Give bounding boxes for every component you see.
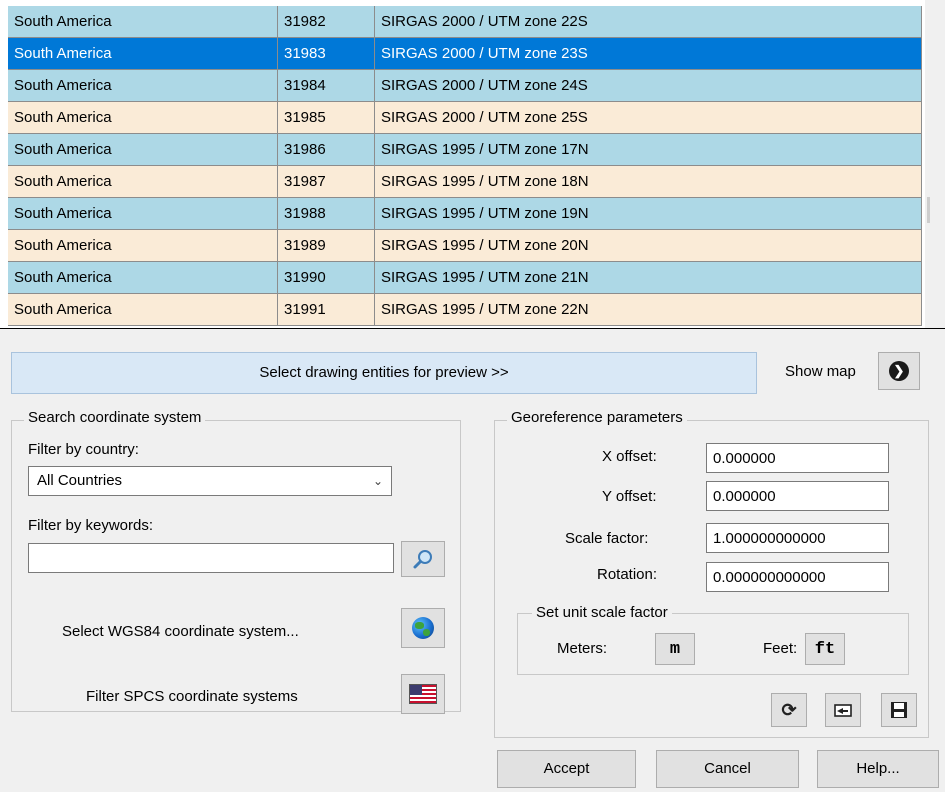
scale-factor-field[interactable]	[706, 523, 889, 553]
floppy-disk-icon	[891, 702, 907, 718]
feet-label: Feet:	[763, 640, 798, 657]
unit-scale-legend: Set unit scale factor	[532, 604, 672, 622]
country-dropdown-value: All Countries	[37, 472, 123, 489]
table-row[interactable]: South America 31987 SIRGAS 1995 / UTM zone…	[8, 166, 922, 198]
scale-factor-label: Scale factor:	[565, 530, 649, 547]
table-row[interactable]: South America 31982 SIRGAS 2000 / UTM zone…	[8, 6, 922, 38]
y-offset-label: Y offset:	[602, 488, 657, 505]
accept-button[interactable]: Accept	[497, 750, 636, 788]
keywords-search-input[interactable]	[28, 543, 394, 573]
code-cell: 31985	[278, 102, 375, 134]
region-cell: South America	[8, 6, 278, 38]
filter-keywords-label: Filter by keywords:	[28, 517, 154, 534]
name-cell: SIRGAS 1995 / UTM zone 21N	[375, 262, 922, 294]
region-cell: South America	[8, 166, 278, 198]
region-cell: South America	[8, 70, 278, 102]
rotation-label: Rotation:	[597, 566, 658, 583]
name-cell: SIRGAS 2000 / UTM zone 24S	[375, 70, 922, 102]
select-wgs84-button[interactable]	[401, 608, 445, 648]
show-map-button[interactable]: ❯	[878, 352, 920, 390]
us-flag-icon	[409, 684, 437, 704]
filter-spcs-label: Filter SPCS coordinate systems	[86, 688, 298, 705]
name-cell: SIRGAS 2000 / UTM zone 25S	[375, 102, 922, 134]
chevron-down-icon: ⌄	[372, 474, 383, 488]
table-vertical-scrollbar[interactable]: ⌄	[925, 0, 930, 328]
select-entities-preview-button[interactable]: Select drawing entities for preview >>	[11, 352, 757, 394]
code-cell: 31986	[278, 134, 375, 166]
code-cell: 31989	[278, 230, 375, 262]
x-offset-label: X offset:	[602, 448, 657, 465]
region-cell: South America	[8, 198, 278, 230]
meters-button[interactable]: m	[655, 633, 695, 665]
code-cell: 31990	[278, 262, 375, 294]
table-row[interactable]: South America 31983 SIRGAS 2000 / UTM zone…	[8, 38, 922, 70]
x-offset-field[interactable]	[706, 443, 889, 473]
coordinate-system-table[interactable]: South America 31982 SIRGAS 2000 / UTM zone…	[0, 0, 930, 328]
table-row[interactable]: South America 31984 SIRGAS 2000 / UTM zone…	[8, 70, 922, 102]
region-cell: South America	[8, 38, 278, 70]
help-button[interactable]: Help...	[817, 750, 939, 788]
rotation-field[interactable]	[706, 562, 889, 592]
table-row[interactable]: South America 31989 SIRGAS 1995 / UTM zone…	[8, 230, 922, 262]
region-cell: South America	[8, 294, 278, 326]
select-wgs84-label: Select WGS84 coordinate system...	[62, 623, 299, 640]
code-cell: 31988	[278, 198, 375, 230]
region-cell: South America	[8, 134, 278, 166]
table-bottom-border	[0, 328, 945, 329]
table-row[interactable]: South America 31990 SIRGAS 1995 / UTM zone…	[8, 262, 922, 294]
circle-arrow-right-icon: ❯	[889, 361, 909, 381]
y-offset-field[interactable]	[706, 481, 889, 511]
refresh-icon: ⟳	[781, 700, 797, 720]
meters-label: Meters:	[557, 640, 608, 657]
search-group-legend: Search coordinate system	[24, 409, 206, 427]
name-cell: SIRGAS 1995 / UTM zone 19N	[375, 198, 922, 230]
meters-glyph: m	[669, 639, 681, 659]
name-cell: SIRGAS 2000 / UTM zone 22S	[375, 6, 922, 38]
load-button[interactable]	[825, 693, 861, 727]
name-cell: SIRGAS 1995 / UTM zone 22N	[375, 294, 922, 326]
table-row[interactable]: South America 31991 SIRGAS 1995 / UTM zone…	[8, 294, 922, 326]
code-cell: 31982	[278, 6, 375, 38]
search-button[interactable]	[401, 541, 445, 577]
filter-spcs-button[interactable]	[401, 674, 445, 714]
code-cell: 31991	[278, 294, 375, 326]
country-dropdown[interactable]: All Countries ⌄	[28, 466, 392, 496]
feet-glyph: ft	[814, 639, 836, 659]
region-cell: South America	[8, 262, 278, 294]
georeference-group-legend: Georeference parameters	[507, 409, 687, 427]
name-cell: SIRGAS 1995 / UTM zone 17N	[375, 134, 922, 166]
table-row[interactable]: South America 31986 SIRGAS 1995 / UTM zone…	[8, 134, 922, 166]
reset-button[interactable]: ⟳	[771, 693, 807, 727]
load-icon	[834, 704, 852, 717]
table-row[interactable]: South America 31985 SIRGAS 2000 / UTM zone…	[8, 102, 922, 134]
name-cell: SIRGAS 1995 / UTM zone 18N	[375, 166, 922, 198]
name-cell: SIRGAS 2000 / UTM zone 23S	[375, 38, 922, 70]
region-cell: South America	[8, 102, 278, 134]
name-cell: SIRGAS 1995 / UTM zone 20N	[375, 230, 922, 262]
code-cell: 31987	[278, 166, 375, 198]
filter-country-label: Filter by country:	[28, 441, 139, 458]
save-button[interactable]	[881, 693, 917, 727]
scrollbar-thumb[interactable]	[927, 197, 930, 223]
cancel-button[interactable]: Cancel	[656, 750, 799, 788]
feet-button[interactable]: ft	[805, 633, 845, 665]
globe-icon	[412, 617, 434, 639]
scroll-down-arrow-icon[interactable]: ⌄	[928, 304, 930, 321]
code-cell: 31983	[278, 38, 375, 70]
table-row[interactable]: South America 31988 SIRGAS 1995 / UTM zone…	[8, 198, 922, 230]
show-map-label: Show map	[785, 363, 856, 380]
region-cell: South America	[8, 230, 278, 262]
magnifier-icon	[413, 550, 432, 569]
code-cell: 31984	[278, 70, 375, 102]
